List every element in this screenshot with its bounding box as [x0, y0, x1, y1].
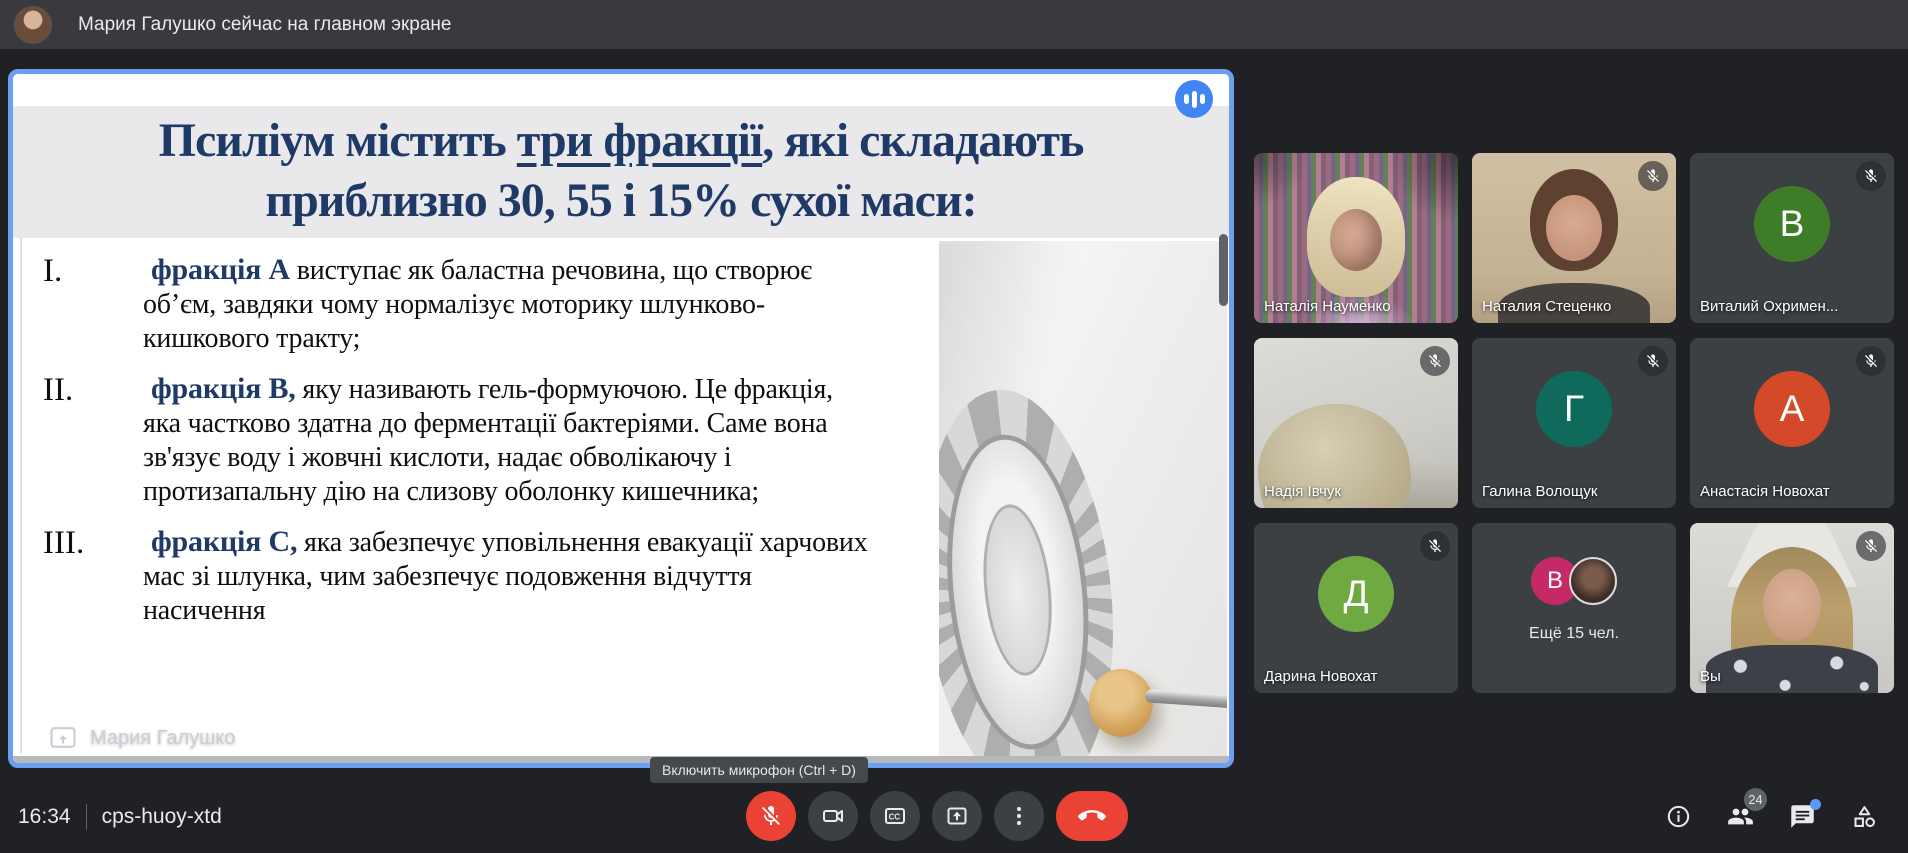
overflow-count-label: Ещё 15 чел. [1529, 625, 1619, 642]
presenter-watermark: Мария Галушко [49, 726, 235, 750]
more-options-button[interactable] [994, 791, 1044, 841]
participant-tile[interactable]: А Анастасія Новохат [1690, 338, 1894, 508]
participant-tile[interactable]: Г Галина Волощук [1472, 338, 1676, 508]
participant-name: Наталия Стеценко [1482, 298, 1612, 315]
participant-name: Наталія Науменко [1264, 298, 1391, 315]
participant-name: Дарина Новохат [1264, 668, 1378, 685]
item-text: фракція В, яку називають гель-формуючою.… [143, 372, 833, 508]
item-numeral: II. [43, 372, 74, 409]
item-text: фракція А виступає як баластна речовина,… [143, 253, 812, 355]
item-text: фракція С, яка забезпечує уповільнення е… [143, 524, 868, 627]
meeting-info: 16:34 cps-huoy-xtd [18, 780, 222, 853]
participant-name: Галина Волощук [1482, 483, 1598, 500]
participant-tile[interactable]: В Виталий Охримен... [1690, 153, 1894, 323]
participant-tile-self[interactable]: Вы [1690, 523, 1894, 693]
overflow-avatar-photo [1569, 557, 1617, 605]
item-lead: фракція С, [151, 524, 298, 558]
present-icon [947, 807, 967, 825]
captions-button[interactable]: CC [870, 791, 920, 841]
slide-bottom-strip [13, 756, 1229, 763]
more-vertical-icon [1017, 807, 1021, 825]
slide-scrollbar[interactable] [1219, 234, 1228, 306]
shared-screen-tile[interactable]: Псиліум містить три фракції, які складаю… [8, 69, 1234, 768]
participant-tile[interactable]: Д Дарина Новохат [1254, 523, 1458, 693]
underlined-phrase: три фракції [516, 114, 763, 167]
psyllium-powder-spoonful [1089, 669, 1153, 737]
camera-icon [823, 810, 843, 822]
mic-off-icon [1638, 346, 1668, 376]
participant-avatar: Г [1536, 371, 1612, 447]
spoon-handle [1144, 689, 1227, 710]
watermark-name: Мария Галушко [90, 726, 236, 749]
slide-edge-line [20, 238, 22, 753]
bottom-bar: 16:34 cps-huoy-xtd CC 24 [0, 780, 1908, 853]
slide-title-line1: Псиліум містить три фракції, які складаю… [158, 114, 1085, 167]
svg-text:CC: CC [889, 813, 901, 822]
item-numeral: III. [43, 524, 85, 561]
slide-photo-psyllium [939, 241, 1227, 756]
audio-playing-indicator-icon [1175, 80, 1213, 118]
chat-unread-dot [1810, 799, 1821, 810]
item-lead: фракція В, [151, 372, 296, 406]
presenter-avatar [14, 5, 52, 44]
captions-icon: CC [885, 808, 905, 824]
participant-avatar: А [1754, 371, 1830, 447]
presenter-status-text: Мария Галушко сейчас на главном экране [78, 13, 452, 35]
overflow-avatars: В [1531, 557, 1617, 605]
slide-item-1: I. фракція А виступає як баластна речови… [43, 252, 895, 356]
panel-controls: 24 [1665, 780, 1878, 853]
meeting-details-button[interactable] [1665, 803, 1692, 830]
activities-icon [1854, 806, 1875, 828]
mic-off-icon [1638, 161, 1668, 191]
participant-tile[interactable]: Наталія Науменко [1254, 153, 1458, 323]
participant-grid: Наталія Науменко Наталия Стеценко В Вита… [1254, 153, 1894, 693]
meet-window: Мария Галушко сейчас на главном экране П… [0, 0, 1908, 853]
chat-button[interactable] [1789, 799, 1821, 830]
call-end-icon [1078, 810, 1106, 821]
participant-tile[interactable]: Наталия Стеценко [1472, 153, 1676, 323]
present-button[interactable] [932, 791, 982, 841]
presentation-slide: Псиліум містить три фракції, які складаю… [13, 74, 1229, 763]
mic-off-icon [1856, 531, 1886, 561]
info-icon [1667, 805, 1690, 828]
camera-toggle-button[interactable] [808, 791, 858, 841]
mic-off-icon [1856, 346, 1886, 376]
participant-name: Виталий Охримен... [1700, 298, 1839, 315]
clock-time: 16:34 [18, 804, 71, 828]
slide-title: Псиліум містить три фракції, які складаю… [13, 106, 1229, 238]
mic-off-icon [1856, 161, 1886, 191]
present-icon [50, 727, 76, 748]
participant-name: Анастасія Новохат [1700, 483, 1830, 500]
top-bar: Мария Галушко сейчас на главном экране [0, 0, 1908, 49]
divider [85, 803, 87, 830]
end-call-button[interactable] [1056, 791, 1128, 841]
mic-off-icon [762, 806, 780, 825]
mic-tooltip: Включить микрофон (Ctrl + D) [650, 757, 868, 783]
slide-title-line2: приблизно 30, 55 і 15% сухої маси: [265, 174, 977, 227]
item-numeral: I. [43, 253, 63, 289]
participant-tile[interactable]: Надія Івчук [1254, 338, 1458, 508]
participants-button[interactable]: 24 [1727, 788, 1767, 830]
participant-tile-overflow[interactable]: В Ещё 15 чел. [1472, 523, 1676, 693]
participant-avatar: Д [1318, 556, 1394, 632]
participant-name: Вы [1700, 668, 1721, 685]
slide-item-2: II. фракція В, яку називають гель-формую… [43, 371, 895, 509]
mic-toggle-button[interactable] [746, 791, 796, 841]
participants-count-badge: 24 [1744, 788, 1767, 811]
activities-button[interactable] [1851, 803, 1878, 830]
slide-body: I. фракція А виступає як баластна речови… [43, 252, 895, 643]
slide-item-3: III. фракція С, яка забезпечує уповільне… [43, 524, 895, 628]
item-lead: фракція А [151, 253, 290, 286]
participant-avatar: В [1754, 186, 1830, 262]
call-controls: CC [746, 791, 1128, 841]
mic-off-icon [1420, 346, 1450, 376]
mic-off-icon [1420, 531, 1450, 561]
meeting-code: cps-huoy-xtd [101, 804, 222, 828]
participant-name: Надія Івчук [1264, 483, 1341, 500]
